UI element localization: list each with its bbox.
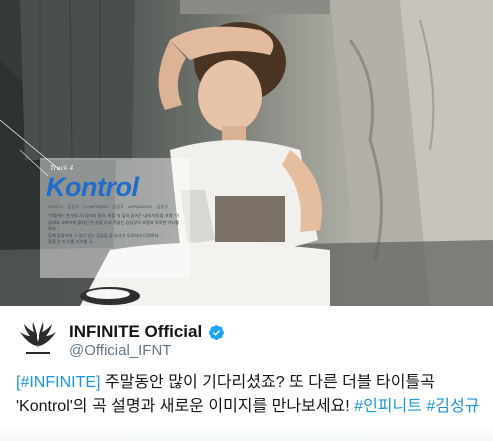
tweet-line: 'Kontrol'의 곡 설명과 새로운 이미지를 만나보세요! #인피니트 #…: [16, 395, 486, 419]
hashtag-link[interactable]: [#INFINITE]: [16, 374, 100, 391]
tweet-line: [#INFINITE] 주말동안 많이 기다리셨죠? 또 다른 더블 타이틀곡: [16, 371, 486, 395]
tweet-text: [#INFINITE] 주말동안 많이 기다리셨죠? 또 다른 더블 타이틀곡 …: [16, 371, 486, 419]
song-title: Kontrol: [46, 172, 139, 202]
description-line: 말할 것 처 이룰 지어를 곡.: [48, 239, 94, 245]
infinite-wings-logo-icon: [16, 318, 60, 362]
track-label: Track 4: [50, 164, 74, 172]
hashtag-link[interactable]: #인피니트: [354, 398, 422, 415]
tweet-text-segment: 주말동안 많이 기다리셨죠? 또 다른 더블 타이틀곡: [100, 374, 435, 391]
photo-scene: [0, 0, 493, 306]
display-name-row[interactable]: INFINITE Official: [69, 322, 225, 342]
tweet-text-segment: 'Kontrol'의 곡 설명과 새로운 이미지를 만나보세요!: [16, 398, 355, 415]
hashtag-link[interactable]: #김성규: [426, 398, 479, 415]
author-header: INFINITE Official @Official_IFNT: [0, 306, 493, 364]
user-handle[interactable]: @Official_IFNT: [69, 342, 171, 359]
display-name[interactable]: INFINITE Official: [69, 322, 202, 342]
magazine-description: "어둠에는 한 번도 더 잡히지 말자, 마음 속 깊이 숨어든 내게 박동을 …: [48, 213, 180, 246]
verified-badge-icon: [208, 324, 225, 341]
description-line: "어둠에는 한 번도 더 잡히지 말자, 마음 속 깊이 숨어든 내게 박동을 …: [48, 213, 179, 218]
tweet-photo[interactable]: Track 4 Kontrol LYRICS · 김성규 · COMPOSED …: [0, 0, 493, 306]
tweet-card: Track 4 Kontrol LYRICS · 김성규 · COMPOSED …: [0, 0, 493, 441]
avatar[interactable]: [16, 318, 60, 362]
song-credits: LYRICS · 김성규 · COMPOSED · 김성규 · ARRANGED…: [48, 204, 169, 209]
description-line: 꿈에서 새벽하게 펼쳐진 천 갈을 다세 쿠울는 김성규의 보컬과 딱딱한 기타…: [48, 219, 180, 232]
card-bottom-edge: [0, 426, 493, 441]
